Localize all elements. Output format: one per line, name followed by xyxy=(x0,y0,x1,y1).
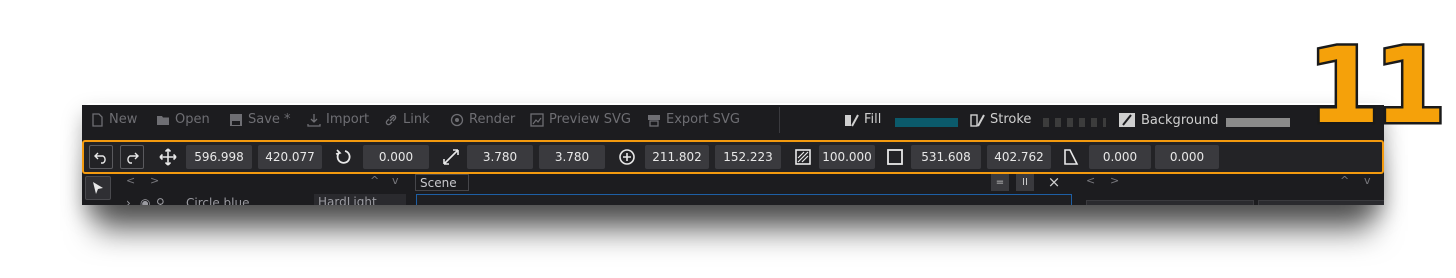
stroke-label: Stroke xyxy=(990,112,1032,127)
layers-forward-button[interactable]: > xyxy=(150,174,159,187)
layers-up-button[interactable]: ^ xyxy=(370,174,379,187)
size-h-input[interactable]: 402.762 xyxy=(987,145,1051,169)
move-icon xyxy=(159,148,177,166)
rectangle-icon xyxy=(887,149,903,165)
properties-field[interactable] xyxy=(1086,200,1254,205)
origin-tool-button[interactable] xyxy=(615,145,639,169)
scale-icon xyxy=(443,149,459,165)
scale-x-input[interactable]: 3.780 xyxy=(467,145,533,169)
select-tool-button[interactable] xyxy=(85,176,111,200)
redo-button[interactable] xyxy=(120,145,144,169)
menubar-divider xyxy=(779,107,780,133)
background-button[interactable]: Background xyxy=(1118,112,1219,128)
layers-panel-header: < > ^ v xyxy=(118,172,410,190)
new-label: New xyxy=(109,112,138,127)
folder-icon xyxy=(157,115,169,125)
cursor-icon xyxy=(93,182,103,194)
fill-button[interactable]: Fill xyxy=(844,112,881,127)
origin-y-input[interactable]: 152.223 xyxy=(715,145,781,169)
fill-swatch[interactable] xyxy=(895,118,958,127)
skew-icon xyxy=(1064,149,1079,165)
undo-icon xyxy=(94,152,106,164)
preview-svg-icon xyxy=(530,112,544,127)
props-forward-button[interactable]: > xyxy=(1110,174,1119,187)
size-tool-button[interactable] xyxy=(883,145,907,169)
expand-chevron-icon[interactable]: › xyxy=(126,196,131,205)
lock-icon[interactable]: ♀ xyxy=(156,196,165,205)
blend-mode-select[interactable]: HardLight xyxy=(314,194,406,205)
fill-icon xyxy=(845,114,859,126)
layer-name[interactable]: Circle blue xyxy=(186,196,249,205)
scene-canvas[interactable] xyxy=(416,194,1072,205)
properties-field[interactable] xyxy=(1258,200,1384,205)
skew-x-input[interactable]: 0.000 xyxy=(1089,145,1151,169)
opacity-tool-button[interactable] xyxy=(791,145,815,169)
scale-y-input[interactable]: 3.780 xyxy=(539,145,605,169)
stroke-swatch[interactable] xyxy=(1043,118,1106,127)
eye-icon[interactable]: ◉ xyxy=(140,196,150,205)
position-y-input[interactable]: 420.077 xyxy=(258,145,322,169)
skew-y-input[interactable]: 0.000 xyxy=(1155,145,1219,169)
props-down-button[interactable]: v xyxy=(1364,174,1371,187)
position-x-input[interactable]: 596.998 xyxy=(186,145,252,169)
link-button[interactable]: Link xyxy=(384,112,430,127)
open-button[interactable]: Open xyxy=(156,112,210,127)
lower-panels: < > ^ v › ◉ ♀ Circle blue HardLight = II… xyxy=(82,172,1384,205)
preview-svg-label: Preview SVG xyxy=(549,112,631,127)
transform-toolbar: 596.998 420.077 0.000 3.780 3.780 211.80… xyxy=(82,140,1384,174)
opacity-input[interactable]: 100.000 xyxy=(819,145,875,169)
save-label: Save * xyxy=(248,112,291,127)
redo-icon xyxy=(127,152,139,164)
rotation-input[interactable]: 0.000 xyxy=(363,145,429,169)
step-number-badge: 11 xyxy=(1305,30,1442,140)
props-up-button[interactable]: ^ xyxy=(1340,174,1349,187)
render-label: Render xyxy=(469,112,516,127)
background-swatch[interactable] xyxy=(1226,118,1290,127)
props-back-button[interactable]: < xyxy=(1086,174,1095,187)
background-icon xyxy=(1119,113,1135,127)
app-window: New Open Save * Import Link Render Previ… xyxy=(82,105,1384,205)
scene-menu-button[interactable]: = xyxy=(991,174,1009,191)
save-button[interactable]: Save * xyxy=(229,112,291,127)
origin-icon xyxy=(619,149,635,165)
layers-down-button[interactable]: v xyxy=(392,174,399,187)
scene-close-button[interactable]: × xyxy=(1045,174,1063,191)
save-icon xyxy=(230,113,242,126)
link-icon xyxy=(385,114,397,125)
skew-tool-button[interactable] xyxy=(1059,145,1083,169)
menubar: New Open Save * Import Link Render Previ… xyxy=(82,105,1384,135)
properties-panel-header: < > ^ v xyxy=(1078,172,1384,190)
scene-tabbar: = II × xyxy=(415,174,1071,191)
opacity-icon xyxy=(795,149,811,165)
layers-back-button[interactable]: < xyxy=(126,174,135,187)
undo-button[interactable] xyxy=(89,145,113,169)
scene-tab[interactable]: Scene 0 xyxy=(415,174,469,205)
new-button[interactable]: New xyxy=(90,112,137,127)
open-label: Open xyxy=(175,112,210,127)
stroke-icon xyxy=(970,113,985,127)
import-button[interactable]: Import xyxy=(307,112,369,127)
export-svg-label: Export SVG xyxy=(666,112,740,127)
scene-pause-button[interactable]: II xyxy=(1016,174,1034,191)
background-label: Background xyxy=(1141,112,1219,128)
step-number-text: 11 xyxy=(1308,30,1441,140)
new-file-icon xyxy=(92,112,103,127)
render-button[interactable]: Render xyxy=(450,112,515,127)
stroke-button[interactable]: Stroke xyxy=(970,112,1031,127)
preview-svg-button[interactable]: Preview SVG xyxy=(530,112,631,127)
size-w-input[interactable]: 531.608 xyxy=(911,145,981,169)
rotate-tool-button[interactable] xyxy=(332,145,356,169)
move-tool-button[interactable] xyxy=(156,145,180,169)
rotate-icon xyxy=(335,149,351,164)
scale-tool-button[interactable] xyxy=(439,145,463,169)
render-icon xyxy=(450,113,464,126)
export-svg-button[interactable]: Export SVG xyxy=(647,112,740,127)
export-svg-icon xyxy=(648,114,660,127)
origin-x-input[interactable]: 211.802 xyxy=(645,145,709,169)
fill-label: Fill xyxy=(864,112,882,127)
import-icon xyxy=(307,113,321,127)
link-label: Link xyxy=(403,112,430,127)
import-label: Import xyxy=(326,112,370,127)
